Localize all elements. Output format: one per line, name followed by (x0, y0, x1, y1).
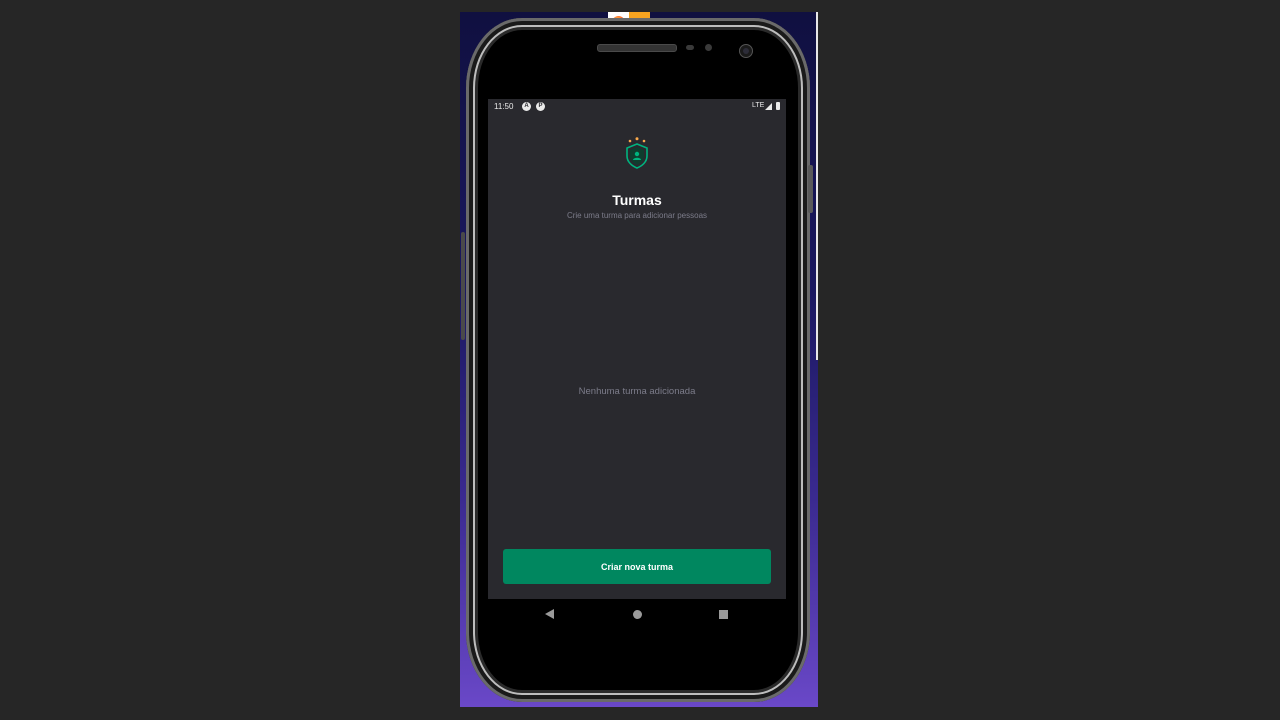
volume-button[interactable] (461, 232, 465, 340)
a-icon: A (522, 102, 531, 111)
front-camera (739, 44, 753, 58)
signal-icon (765, 103, 772, 110)
p-icon: P (536, 102, 545, 111)
empty-state-message: Nenhuma turma adicionada (578, 386, 696, 397)
window-edge (816, 12, 818, 360)
shield-with-stars-icon (626, 137, 648, 169)
phone-sensor-dot (705, 44, 712, 51)
status-bar: 11:50 A P LTE (488, 99, 786, 115)
power-button[interactable] (808, 165, 813, 213)
phone-sensor (686, 45, 694, 50)
status-time: 11:50 (494, 102, 514, 111)
recent-square-icon[interactable] (719, 610, 728, 619)
page-subtitle: Crie uma turma para adicionar pessoas (566, 211, 708, 220)
phone-speaker (597, 44, 677, 52)
create-group-button[interactable]: Criar nova turma (503, 549, 771, 584)
battery-icon (776, 102, 780, 110)
home-circle-icon[interactable] (633, 610, 642, 619)
page-title: Turmas (612, 192, 662, 208)
back-triangle-icon[interactable] (545, 609, 554, 619)
app-screen: 11:50 A P LTE Turmas Crie uma turma para… (488, 99, 786, 599)
network-type: LTE (752, 102, 765, 109)
